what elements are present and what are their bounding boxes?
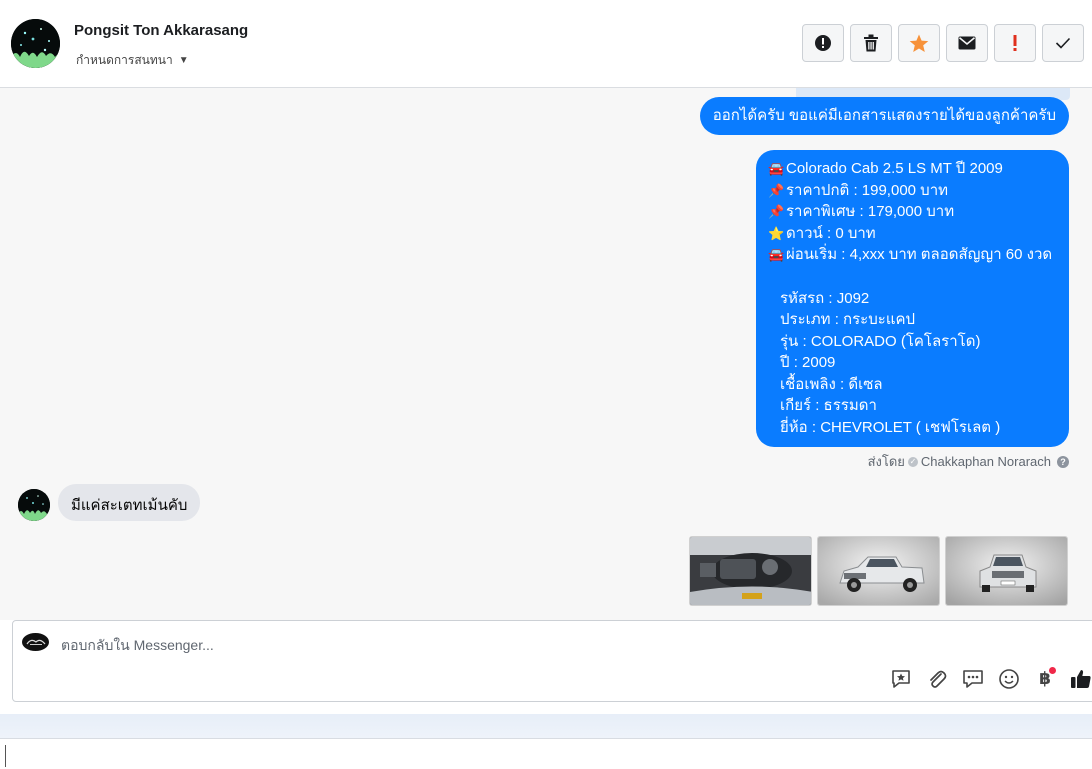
- caret-down-icon: ▼: [178, 55, 189, 66]
- listing-installment: ผ่อนเริ่ม : 4,xxx บาท ตลอดสัญญา 60 งวด: [786, 246, 1053, 263]
- notification-dot: [1049, 667, 1056, 674]
- verified-check-icon: ✓: [907, 456, 918, 467]
- mark-unread-button[interactable]: [946, 24, 988, 62]
- checkmark-icon: [1055, 37, 1071, 49]
- car-icon: 🚘: [768, 247, 785, 262]
- engine-bay-photo[interactable]: [689, 536, 812, 606]
- star-icon: [909, 34, 929, 52]
- conversation-toolbar: [802, 24, 1084, 62]
- sent-by-info: ส่งโดย ✓ Chakkaphan Norarach ?: [868, 451, 1069, 472]
- contact-avatar[interactable]: [11, 19, 60, 68]
- exclamation-icon: [1013, 35, 1017, 51]
- sent-by-label: ส่งโดย: [867, 454, 905, 469]
- listing-type: ประเภท : กระบะแคป: [780, 311, 916, 328]
- listing-down: ดาวน์ : 0 บาท: [786, 224, 876, 242]
- envelope-icon: [958, 36, 976, 50]
- message-thread[interactable]: ออกได้ครับ ขอแค่มีเอกสารแสดงรายได้ของลูก…: [0, 88, 1092, 620]
- follow-up-button[interactable]: [994, 24, 1036, 62]
- sent-by-name[interactable]: Chakkaphan Norarach: [921, 454, 1051, 469]
- reply-composer: ตอบกลับใน Messenger... ฿: [12, 620, 1092, 702]
- composer-toolbar: ฿: [889, 667, 1092, 691]
- listing-model: รุ่น : COLORADO (โคโลราโด): [780, 332, 981, 350]
- listing-normal-price: ราคาปกติ : 199,000 บาท: [786, 181, 949, 199]
- page-logo-icon: [22, 633, 49, 651]
- attach-button[interactable]: [925, 667, 949, 691]
- star-emoji-icon: ⭐: [768, 225, 785, 241]
- photo-attachments: [689, 536, 1068, 606]
- listing-year: ปี : 2009: [780, 354, 836, 371]
- paperclip-icon: [930, 670, 947, 688]
- quick-replies-button[interactable]: [961, 667, 985, 691]
- delete-button[interactable]: [850, 24, 892, 62]
- text-cursor: [5, 745, 6, 767]
- alert-circle-icon: [815, 35, 831, 51]
- pushpin-icon: 📌: [768, 204, 785, 219]
- mark-done-button[interactable]: [1042, 24, 1084, 62]
- emoji-button[interactable]: [997, 667, 1021, 691]
- pickup-front-side-photo[interactable]: [817, 536, 940, 606]
- smiley-icon: [999, 669, 1019, 689]
- pushpin-icon: 📌: [768, 182, 785, 198]
- trash-icon: [864, 34, 878, 52]
- bottom-panel[interactable]: [0, 738, 1092, 769]
- reply-input[interactable]: ตอบกลับใน Messenger...: [61, 635, 214, 657]
- listing-fuel: เชื้อเพลิง : ดีเซล: [780, 375, 883, 393]
- listing-gear: เกียร์ : ธรรมดา: [780, 397, 877, 414]
- assign-conversation-dropdown[interactable]: กำหนดการสนทนา ▼: [76, 51, 189, 70]
- chat-bubbles-icon: [963, 670, 983, 688]
- contact-name[interactable]: Pongsit Ton Akkarasang: [74, 22, 248, 39]
- saved-reply-button[interactable]: [889, 667, 913, 691]
- saved-reply-icon: [892, 670, 910, 688]
- outgoing-message[interactable]: ออกได้ครับ ขอแค่มีเอกสารแสดงรายได้ของลูก…: [699, 97, 1069, 135]
- incoming-message[interactable]: มีแค่สะเตทเม้นคับ: [58, 484, 201, 521]
- listing-title: Colorado Cab 2.5 LS MT ปี 2009: [786, 160, 1003, 177]
- like-button[interactable]: [1069, 667, 1092, 691]
- outgoing-listing-message[interactable]: 🚘 Colorado Cab 2.5 LS MT ปี 2009 📌 ราคาปกต…: [756, 150, 1069, 447]
- listing-code: รหัสรถ : J092: [780, 289, 870, 307]
- assign-conversation-label: กำหนดการสนทนา: [76, 53, 173, 67]
- listing-special-price: ราคาพิเศษ : 179,000 บาท: [786, 203, 955, 220]
- car-icon: 🚘: [768, 161, 785, 176]
- pickup-front-photo[interactable]: [945, 536, 1068, 606]
- thumbs-up-icon: [1071, 670, 1091, 688]
- conversation-header: Pongsit Ton Akkarasang กำหนดการสนทนา ▼: [0, 0, 1092, 88]
- contact-avatar-small[interactable]: [18, 489, 50, 521]
- spam-button[interactable]: [802, 24, 844, 62]
- composer-divider-band: [0, 714, 1092, 738]
- help-icon[interactable]: ?: [1057, 455, 1069, 468]
- payments-button[interactable]: ฿: [1033, 667, 1057, 691]
- listing-brand: ยี่ห้อ : CHEVROLET ( เชฟโรเลต ): [780, 418, 1001, 436]
- star-button[interactable]: [898, 24, 940, 62]
